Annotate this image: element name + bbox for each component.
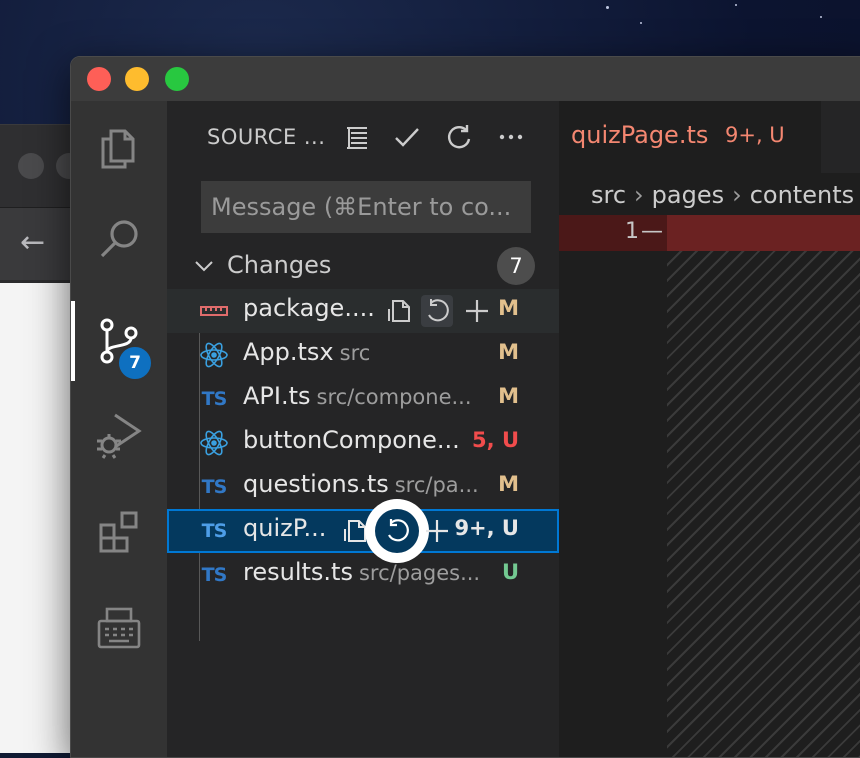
- file-name: buttonCompone...: [243, 426, 460, 454]
- close-window-button[interactable]: [87, 67, 111, 91]
- typescript-icon: TS: [201, 520, 228, 542]
- view-as-tree-button[interactable]: [341, 121, 373, 153]
- editor-area: quizPage.ts 9+, U src › pages › contents 1 —: [559, 101, 860, 757]
- more-actions-button[interactable]: [495, 121, 527, 153]
- file-row-api-ts[interactable]: TS API.ts src/compone... M: [167, 377, 559, 421]
- file-name: App.tsx src: [243, 338, 371, 366]
- chevron-down-icon: [195, 261, 213, 272]
- open-file-icon: [388, 300, 410, 322]
- refresh-icon: [448, 125, 471, 149]
- activity-run-debug[interactable]: [71, 391, 167, 479]
- file-name: package....: [243, 294, 373, 322]
- react-icon: [199, 429, 229, 457]
- breadcrumb: src › pages › contents: [591, 181, 854, 209]
- typescript-icon: TS: [201, 564, 228, 586]
- activity-extensions[interactable]: [71, 487, 167, 575]
- empty-diff-area: [667, 251, 860, 757]
- react-icon: [199, 341, 229, 369]
- discard-changes-button[interactable]: [365, 499, 429, 563]
- file-row-button-component[interactable]: buttonCompone... 5, U: [167, 421, 559, 465]
- activity-bar: 7: [71, 101, 167, 757]
- plus-icon: [426, 520, 448, 542]
- file-name: quizP...: [243, 514, 327, 542]
- file-row-questions-ts[interactable]: TS questions.ts src/pa... M: [167, 465, 559, 509]
- chevron-right-icon: ›: [732, 181, 742, 209]
- extensions-icon: [99, 511, 138, 553]
- commit-message-input[interactable]: [201, 181, 531, 233]
- editor-tab-quizpage[interactable]: quizPage.ts 9+, U: [559, 101, 821, 173]
- arrow-left-icon[interactable]: ←: [20, 226, 45, 260]
- file-dir: src: [339, 341, 371, 365]
- file-status: M: [498, 472, 519, 496]
- activity-remote[interactable]: [71, 585, 167, 673]
- chevron-right-icon: ›: [634, 181, 644, 209]
- file-name: questions.ts src/pa...: [243, 470, 479, 498]
- tab-file-name: quizPage.ts: [571, 121, 709, 149]
- activity-search[interactable]: [71, 195, 167, 283]
- discard-icon: [388, 519, 409, 542]
- file-status: M: [498, 384, 519, 408]
- view-as-tree-icon: [347, 127, 367, 149]
- file-row-quizpage-ts[interactable]: TS quizP... 9+, U: [167, 499, 559, 563]
- file-row-results-ts[interactable]: TS results.ts src/pages... U: [167, 553, 559, 597]
- file-status: M: [498, 296, 519, 320]
- star: [820, 16, 822, 18]
- typewriter-icon: [97, 607, 141, 649]
- file-dir: src/pages...: [358, 561, 481, 585]
- breadcrumb-item[interactable]: pages: [652, 181, 724, 209]
- titlebar: [71, 57, 860, 101]
- file-status: U: [501, 560, 519, 584]
- file-row-package-json[interactable]: package.... M: [167, 289, 559, 333]
- more-icon: [499, 134, 523, 140]
- line-number: 1: [625, 219, 639, 244]
- ruler-icon: [199, 297, 229, 325]
- file-status: M: [498, 340, 519, 364]
- breadcrumb-item[interactable]: contents: [750, 181, 854, 209]
- file-name: API.ts src/compone...: [243, 382, 472, 410]
- bg-window-control[interactable]: [18, 153, 44, 179]
- commit-button[interactable]: [391, 121, 423, 153]
- changes-count-badge: 7: [497, 247, 535, 285]
- search-icon: [100, 220, 138, 258]
- sidebar-title: SOURCE ...: [207, 125, 326, 149]
- stage-changes-button[interactable]: [421, 515, 453, 547]
- deleted-line-marker: —: [641, 219, 663, 244]
- breadcrumb-item[interactable]: src: [591, 181, 626, 209]
- tab-file-status: 9+, U: [725, 123, 785, 147]
- activity-source-control[interactable]: 7: [71, 297, 167, 385]
- file-row-app-tsx[interactable]: App.tsx src M: [167, 333, 559, 377]
- open-file-button[interactable]: [383, 295, 415, 327]
- plus-icon: [466, 300, 488, 322]
- file-dir: src/pa...: [394, 473, 479, 497]
- file-dir: src/compone...: [316, 385, 472, 409]
- vscode-window: 7 SOURCE ... Message (⌘Enter to co... Ch…: [70, 56, 860, 758]
- source-control-sidebar: SOURCE ... Message (⌘Enter to co... Chan…: [167, 101, 559, 757]
- deleted-line-content[interactable]: [667, 215, 860, 251]
- star: [606, 6, 609, 9]
- commit-check-icon: [395, 128, 419, 147]
- file-status: 9+, U: [454, 516, 519, 540]
- sidebar-header: SOURCE ...: [167, 101, 559, 173]
- typescript-icon: TS: [201, 388, 228, 410]
- minimize-window-button[interactable]: [125, 67, 149, 91]
- refresh-button[interactable]: [443, 121, 475, 153]
- file-name: results.ts src/pages...: [243, 558, 481, 586]
- maximize-window-button[interactable]: [165, 67, 189, 91]
- activity-explorer[interactable]: [71, 105, 167, 193]
- file-status: 5, U: [472, 428, 519, 452]
- stage-changes-button[interactable]: [461, 295, 493, 327]
- typescript-icon: TS: [201, 476, 228, 498]
- discard-icon: [428, 299, 449, 322]
- changes-label: Changes: [227, 251, 332, 279]
- source-control-badge: 7: [117, 345, 153, 381]
- editor-tab-bar: quizPage.ts 9+, U: [559, 101, 860, 173]
- files-icon: [101, 129, 135, 169]
- changes-group-header[interactable]: Changes 7: [167, 245, 559, 287]
- run-debug-icon: [97, 413, 142, 459]
- star: [735, 4, 737, 6]
- discard-changes-button[interactable]: [421, 295, 453, 327]
- star: [640, 22, 642, 24]
